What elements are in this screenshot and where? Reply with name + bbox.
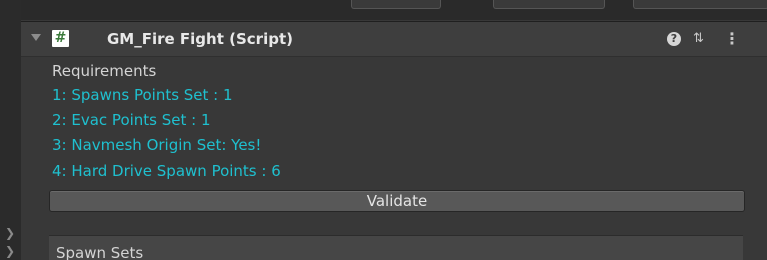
requirements-label: Requirements (52, 62, 157, 80)
requirement-item: 2: Evac Points Set : 1 (52, 111, 211, 129)
help-icon[interactable]: ? (667, 32, 681, 46)
script-icon: # (52, 30, 69, 47)
foldout-arrow-icon[interactable] (31, 34, 41, 41)
component-header[interactable]: # GM_Fire Fight (Script) ? ⇅ ⋮ (21, 21, 767, 57)
validate-button[interactable]: Validate (49, 190, 745, 212)
inspector-panel: ❯ ❯ # GM_Fire Fight (Script) ? ⇅ ⋮ Requi… (0, 0, 767, 260)
top-tab[interactable] (493, 0, 605, 9)
component-title: GM_Fire Fight (Script) (107, 30, 293, 48)
requirement-item: 4: Hard Drive Spawn Points : 6 (52, 162, 281, 180)
context-menu-icon[interactable]: ⋮ (724, 30, 740, 48)
spawn-sets-label: Spawn Sets (56, 244, 144, 260)
presets-icon[interactable]: ⇅ (693, 30, 704, 48)
requirement-item: 3: Navmesh Origin Set: Yes! (52, 136, 262, 154)
top-strip (21, 0, 767, 20)
top-tab[interactable] (633, 0, 767, 9)
top-tab[interactable] (351, 0, 441, 9)
chevron-right-icon[interactable]: ❯ (5, 244, 15, 258)
left-gutter: ❯ ❯ (0, 0, 21, 260)
spawn-sets-foldout[interactable]: Spawn Sets (49, 235, 743, 260)
requirement-item: 1: Spawns Points Set : 1 (52, 86, 233, 104)
chevron-right-icon[interactable]: ❯ (5, 226, 15, 240)
